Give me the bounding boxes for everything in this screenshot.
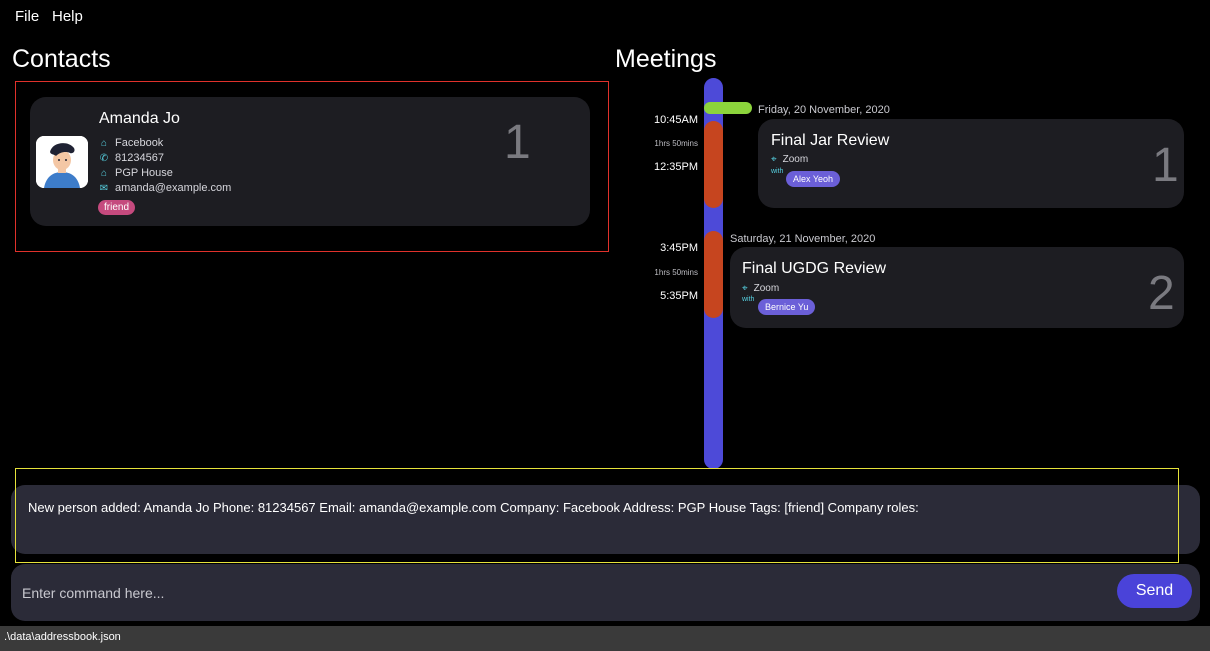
contact-avatar xyxy=(36,136,88,188)
contact-phone: 81234567 xyxy=(115,152,164,164)
meeting-1-location: Zoom xyxy=(782,154,809,165)
meeting-1-with-label: with xyxy=(771,168,784,175)
meeting-1-title: Final Jar Review xyxy=(771,132,890,149)
meeting-2-with-label: with xyxy=(742,296,755,303)
meeting-2-duration: 1hrs 50mins xyxy=(654,268,698,277)
menu-file[interactable]: File xyxy=(15,8,39,25)
meeting-1-start: 10:45AM xyxy=(653,114,698,126)
meeting-2-start: 3:45PM xyxy=(660,242,698,254)
contacts-heading: Contacts xyxy=(12,45,111,73)
meeting-2-participant: Bernice Yu xyxy=(758,299,816,315)
map-pin-icon: ⌖ xyxy=(771,154,777,165)
contact-tag-friend: friend xyxy=(98,200,136,215)
command-input[interactable] xyxy=(20,575,1104,611)
meeting-2-date: Saturday, 21 November, 2020 xyxy=(730,233,876,245)
building-icon: ⌂ xyxy=(100,137,108,149)
contact-company: Facebook xyxy=(115,137,164,149)
home-icon: ⌂ xyxy=(100,167,108,179)
menu-help[interactable]: Help xyxy=(52,8,83,25)
meeting-2-index: 2 xyxy=(1148,267,1175,320)
save-location: .\data\addressbook.json xyxy=(4,631,121,643)
contact-address-row: ⌂ PGP House xyxy=(99,167,173,179)
meeting-2-end: 5:35PM xyxy=(660,290,698,302)
meetings-heading: Meetings xyxy=(615,45,717,73)
status-bar xyxy=(0,626,1210,651)
meeting-1-location-row: ⌖ Zoom xyxy=(771,154,808,165)
phone-icon: ✆ xyxy=(99,152,109,164)
contact-index: 1 xyxy=(504,116,531,169)
contact-phone-row: ✆ 81234567 xyxy=(99,152,164,164)
meeting-1-participant: Alex Yeoh xyxy=(786,171,841,187)
meeting-1-index: 1 xyxy=(1152,139,1179,192)
mail-icon: ✉ xyxy=(99,182,109,194)
contact-email: amanda@example.com xyxy=(115,182,232,194)
meeting-1-date: Friday, 20 November, 2020 xyxy=(758,104,890,116)
send-button[interactable]: Send xyxy=(1117,574,1192,608)
meeting-2-segment xyxy=(704,231,723,318)
current-time-marker xyxy=(704,102,752,114)
result-highlight xyxy=(15,468,1179,563)
map-pin-icon: ⌖ xyxy=(742,283,748,294)
contact-company-row: ⌂ Facebook xyxy=(99,137,163,149)
meeting-2-location: Zoom xyxy=(753,283,780,294)
contact-address: PGP House xyxy=(115,167,173,179)
contact-name: Amanda Jo xyxy=(99,110,180,127)
avatar-illustration xyxy=(36,136,88,188)
menu-bar: File Help xyxy=(0,0,1210,32)
contact-email-row: ✉ amanda@example.com xyxy=(99,182,232,194)
meeting-1-end: 12:35PM xyxy=(653,161,698,173)
meeting-2-title: Final UGDG Review xyxy=(742,260,887,277)
meeting-2-location-row: ⌖ Zoom xyxy=(742,283,779,294)
meeting-1-segment xyxy=(704,121,723,208)
meeting-1-duration: 1hrs 50mins xyxy=(654,139,698,148)
